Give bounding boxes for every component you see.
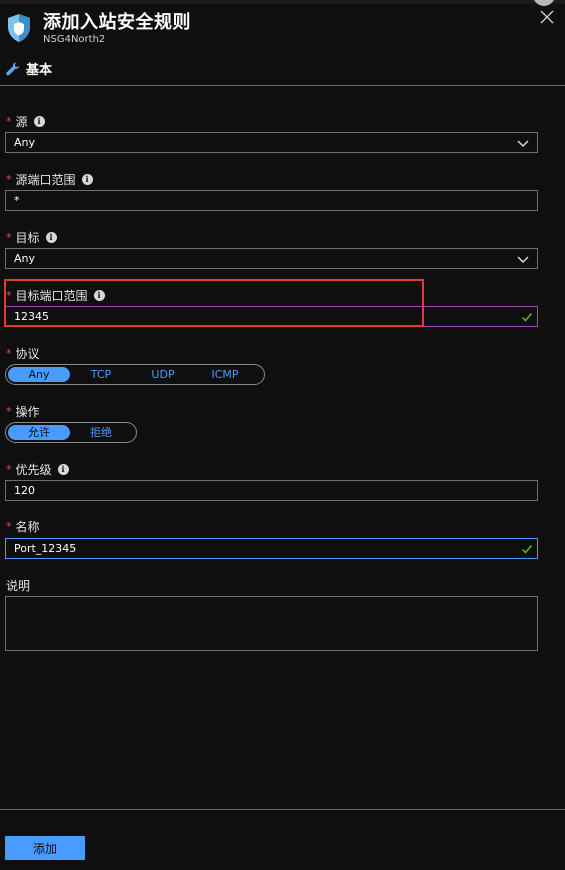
chevron-down-icon [517,256,529,263]
name-label: * 名称 [6,520,40,534]
priority-value: 120 [14,484,35,497]
protocol-option-icmp[interactable]: ICMP [194,367,256,382]
checkmark-icon [521,313,533,322]
protocol-label: * 协议 [6,347,40,361]
destination-label: * 目标 i [6,229,57,246]
tab-bar: 基本 [0,55,565,86]
description-textarea[interactable] [5,596,538,651]
required-asterisk: * [6,231,12,244]
action-option-allow[interactable]: 允许 [8,425,70,440]
name-value: Port_12345 [14,542,77,555]
required-asterisk: * [6,463,12,476]
wrench-icon [6,62,20,75]
source-select[interactable]: Any [5,132,538,153]
shield-icon [8,14,30,42]
info-icon[interactable]: i [93,290,105,301]
required-asterisk: * [6,347,12,360]
source-label: * 源 i [6,113,45,130]
required-asterisk: * [6,173,12,186]
source-port-input[interactable]: * [5,190,538,211]
resource-name: NSG4North2 [43,34,106,45]
destination-value: Any [14,252,36,265]
action-segmented-control: 允许 拒绝 [5,422,137,443]
required-asterisk: * [6,289,12,302]
chevron-down-icon [517,140,529,147]
info-icon[interactable]: i [57,464,69,475]
tab-basic[interactable]: 基本 [5,59,52,78]
checkmark-icon [521,545,533,554]
blade-header: 添加入站安全规则 NSG4North2 [0,0,565,50]
footer-divider [0,809,565,810]
protocol-option-any[interactable]: Any [8,367,70,382]
priority-label: * 优先级 i [6,461,69,478]
close-icon[interactable] [539,9,555,25]
protocol-segmented-control: Any TCP UDP ICMP [5,364,265,385]
info-icon[interactable]: i [33,116,45,127]
action-label: * 操作 [6,405,40,419]
dest-port-input[interactable]: 12345 [5,306,538,327]
description-label: 说明 [6,579,31,593]
priority-input[interactable]: 120 [5,480,538,501]
source-port-value: * [14,194,20,207]
action-option-deny[interactable]: 拒绝 [70,425,132,440]
source-value: Any [14,136,36,149]
required-asterisk: * [6,405,12,418]
page-title: 添加入站安全规则 [43,12,191,33]
name-input[interactable]: Port_12345 [5,538,538,559]
info-icon[interactable]: i [81,174,93,185]
protocol-option-tcp[interactable]: TCP [70,367,132,382]
dest-port-label: * 目标端口范围 i [6,287,105,304]
required-asterisk: * [6,520,12,533]
destination-select[interactable]: Any [5,248,538,269]
add-button[interactable]: 添加 [5,836,85,860]
source-port-label: * 源端口范围 i [6,171,93,188]
required-asterisk: * [6,115,12,128]
dest-port-value: 12345 [14,310,49,323]
tab-label: 基本 [26,63,53,78]
info-icon[interactable]: i [45,232,57,243]
protocol-option-udp[interactable]: UDP [132,367,194,382]
